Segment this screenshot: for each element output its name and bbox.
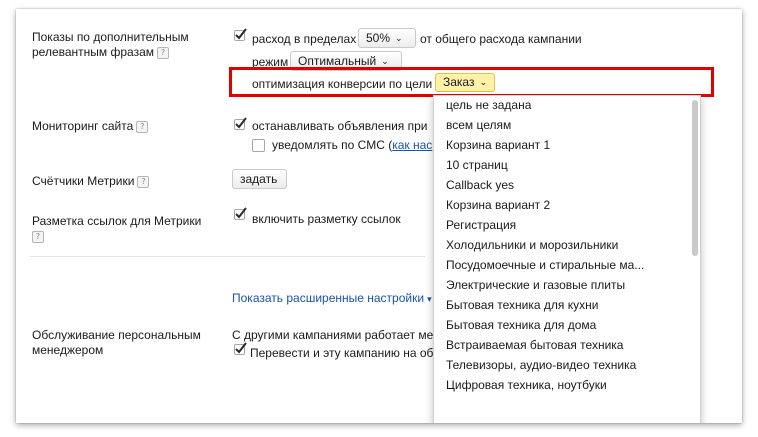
- manager-check-label: Перевести и эту кампанию на обс: [250, 346, 440, 360]
- spend-percent-value: 50%: [366, 31, 391, 45]
- spend-checkbox[interactable]: [234, 28, 247, 41]
- monitoring-stop-label: останавливать объявления при: [252, 119, 428, 133]
- advanced-settings-link[interactable]: Показать расширенные настройки ▾: [232, 290, 432, 307]
- divider: [30, 256, 425, 257]
- manager-label-line2: менеджером: [32, 343, 104, 357]
- help-icon[interactable]: ?: [157, 46, 170, 59]
- monitoring-label-text: Мониторинг сайта: [32, 119, 134, 133]
- dropdown-item[interactable]: Корзина вариант 1: [446, 138, 550, 152]
- help-icon[interactable]: ?: [137, 175, 150, 188]
- dropdown-item[interactable]: 10 страниц: [446, 158, 508, 172]
- monitoring-label: Мониторинг сайта?: [32, 118, 149, 134]
- impressions-label: релевантным фразам?: [32, 44, 170, 60]
- advanced-settings-label: Показать расширенные настройки: [232, 291, 425, 305]
- counters-label: Счётчики Метрики?: [32, 173, 150, 189]
- monitoring-stop-checkbox[interactable]: [234, 117, 247, 130]
- markup-label: Разметка ссылок для Метрики: [32, 214, 202, 228]
- dropdown-item[interactable]: Бытовая техника для дома: [446, 318, 596, 332]
- markup-help: ?: [32, 229, 44, 243]
- chevron-down-icon: ▾: [427, 294, 432, 304]
- dropdown-item[interactable]: Холодильники и морозильники: [446, 238, 618, 252]
- dropdown-item[interactable]: Посудомоечные и стиральные ма...: [446, 258, 644, 272]
- monitoring-sms-label: уведомлять по СМС (: [272, 138, 393, 152]
- dropdown-item[interactable]: Телевизоры, аудио-видео техника: [446, 358, 636, 372]
- impressions-label-line1: Показы по дополнительным: [32, 30, 189, 44]
- monitoring-sms-link[interactable]: как нас: [392, 138, 432, 152]
- monitoring-sms-checkbox[interactable]: [252, 139, 265, 152]
- dropdown-item[interactable]: Регистрация: [446, 218, 516, 232]
- manager-text: С другими кампаниями работает мен: [232, 328, 440, 342]
- markup-checkbox[interactable]: [234, 207, 247, 220]
- help-icon[interactable]: ?: [32, 230, 44, 243]
- manager-checkbox[interactable]: [234, 342, 247, 355]
- dropdown-item[interactable]: всем целям: [446, 118, 511, 132]
- counters-set-button[interactable]: задать: [232, 169, 287, 189]
- spend-suffix: от общего расхода кампании: [420, 32, 582, 46]
- spend-prefix: расход в пределах: [252, 32, 357, 46]
- settings-panel: Показы по дополнительным релевантным фра…: [16, 9, 742, 423]
- dropdown-item[interactable]: Электрические и газовые плиты: [446, 278, 625, 292]
- dropdown-item[interactable]: Встраиваемая бытовая техника: [446, 338, 623, 352]
- manager-label-line1: Обслуживание персональным: [32, 328, 201, 342]
- highlight-box: [229, 67, 714, 97]
- markup-check-label: включить разметку ссылок: [252, 212, 401, 226]
- help-icon[interactable]: ?: [136, 120, 149, 133]
- goal-dropdown-list[interactable]: цель не задана всем целям Корзина вариан…: [433, 95, 701, 423]
- dropdown-item[interactable]: Корзина вариант 2: [446, 198, 550, 212]
- dropdown-item[interactable]: Цифровая техника, ноутбуки: [446, 378, 607, 392]
- dropdown-scrollbar[interactable]: [692, 100, 698, 256]
- chevron-down-icon: ⌄: [395, 33, 403, 43]
- dropdown-item[interactable]: Callback yes: [446, 178, 514, 192]
- mode-value: Оптимальный: [298, 54, 377, 68]
- dropdown-item[interactable]: Бытовая техника для кухни: [446, 298, 598, 312]
- counters-label-text: Счётчики Метрики: [32, 174, 135, 188]
- dropdown-item[interactable]: цель не задана: [446, 98, 531, 112]
- monitoring-sms: уведомлять по СМС (как нас: [272, 137, 432, 153]
- spend-percent-select[interactable]: 50% ⌄: [358, 28, 416, 48]
- impressions-label-line2: релевантным фразам: [32, 45, 155, 59]
